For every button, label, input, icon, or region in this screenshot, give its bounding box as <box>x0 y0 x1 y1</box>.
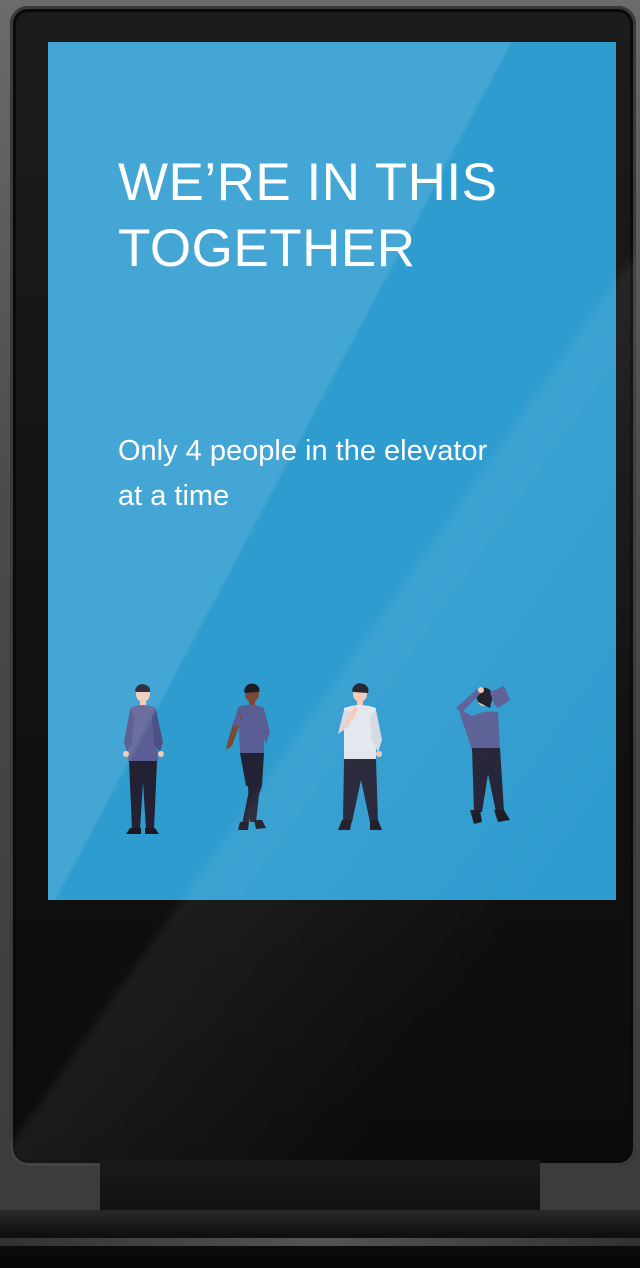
person-thinking-icon <box>338 683 382 830</box>
person-hand-on-head-icon <box>456 686 510 824</box>
kiosk-screen: WE’RE IN THIS TOGETHER Only 4 people in … <box>48 42 616 900</box>
people-illustration <box>108 682 548 852</box>
headline: WE’RE IN THIS TOGETHER <box>118 153 498 278</box>
kiosk-photo: WE’RE IN THIS TOGETHER Only 4 people in … <box>0 0 640 1268</box>
person-standing-icon <box>123 684 164 834</box>
kiosk-frame: WE’RE IN THIS TOGETHER Only 4 people in … <box>10 6 636 1166</box>
kiosk-base-edge <box>0 1238 640 1246</box>
capacity-notice: Only 4 people in the elevator at a time <box>118 435 488 512</box>
person-leaning-icon <box>226 683 270 830</box>
